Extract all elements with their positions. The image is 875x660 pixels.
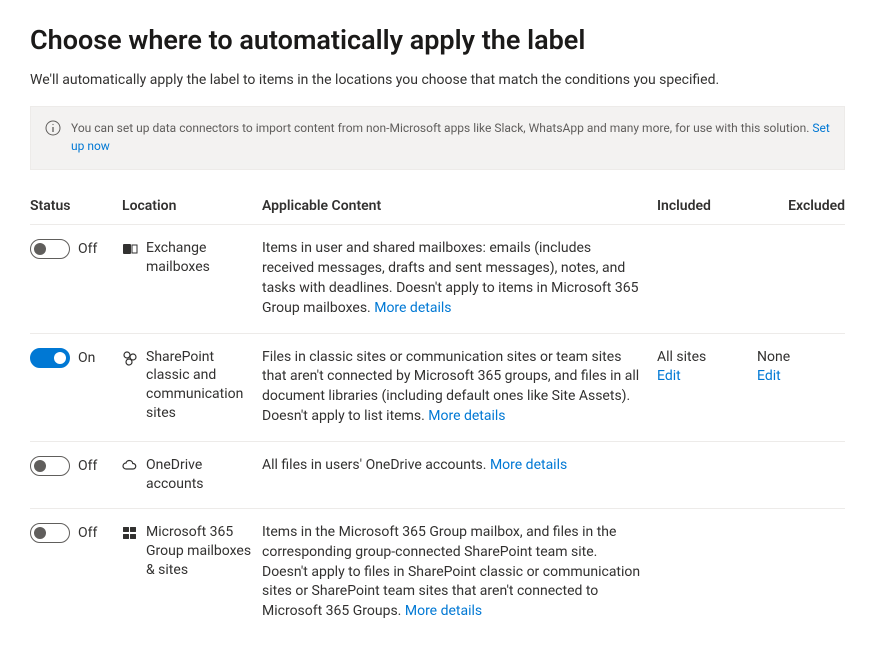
th-included: Included (657, 198, 757, 214)
included-value: All sites (657, 348, 757, 368)
status-cell: Off (30, 239, 122, 259)
info-banner-message: You can set up data connectors to import… (71, 121, 812, 135)
edit-excluded-link[interactable]: Edit (757, 368, 781, 384)
onedrive-icon (122, 458, 138, 474)
toggle-exchange[interactable] (30, 239, 70, 259)
location-name: OneDrive accounts (146, 456, 254, 494)
excluded-value: None (757, 348, 845, 368)
location-cell: Exchange mailboxes (122, 239, 262, 277)
more-details-link[interactable]: More details (428, 408, 505, 424)
location-name: Exchange mailboxes (146, 239, 254, 277)
th-status: Status (30, 198, 122, 214)
toggle-label: Off (78, 241, 97, 257)
th-content: Applicable Content (262, 198, 657, 214)
location-cell: SharePoint classic and communication sit… (122, 348, 262, 424)
table-header: Status Location Applicable Content Inclu… (30, 190, 845, 224)
sharepoint-icon (122, 350, 138, 366)
table-row: On SharePoint classic and communication … (30, 333, 845, 442)
content-cell: Items in the Microsoft 365 Group mailbox… (262, 523, 657, 622)
toggle-label: Off (78, 458, 97, 474)
info-icon (45, 120, 61, 136)
content-cell: Items in user and shared mailboxes: emai… (262, 239, 657, 319)
status-cell: On (30, 348, 122, 368)
exchange-icon (122, 241, 138, 257)
content-cell: Files in classic sites or communication … (262, 348, 657, 428)
info-banner: You can set up data connectors to import… (30, 106, 845, 170)
toggle-onedrive[interactable] (30, 456, 70, 476)
status-cell: Off (30, 523, 122, 543)
toggle-label: On (78, 350, 95, 366)
location-name: SharePoint classic and communication sit… (146, 348, 254, 424)
content-text: All files in users' OneDrive accounts. (262, 457, 490, 473)
m365-groups-icon (122, 525, 138, 541)
content-cell: All files in users' OneDrive accounts. M… (262, 456, 657, 476)
page-title: Choose where to automatically apply the … (30, 24, 845, 56)
more-details-link[interactable]: More details (405, 603, 482, 619)
locations-table: Status Location Applicable Content Inclu… (30, 190, 845, 636)
excluded-cell: None Edit (757, 348, 845, 388)
toggle-m365groups[interactable] (30, 523, 70, 543)
table-row: Off OneDrive accounts All files in users… (30, 441, 845, 508)
toggle-sharepoint[interactable] (30, 348, 70, 368)
location-name: Microsoft 365 Group mailboxes & sites (146, 523, 254, 580)
th-location: Location (122, 198, 262, 214)
more-details-link[interactable]: More details (374, 300, 451, 316)
included-cell: All sites Edit (657, 348, 757, 388)
status-cell: Off (30, 456, 122, 476)
th-excluded: Excluded (757, 198, 845, 214)
location-cell: OneDrive accounts (122, 456, 262, 494)
page-description: We'll automatically apply the label to i… (30, 72, 845, 88)
more-details-link[interactable]: More details (490, 457, 567, 473)
toggle-label: Off (78, 525, 97, 541)
location-cell: Microsoft 365 Group mailboxes & sites (122, 523, 262, 580)
edit-included-link[interactable]: Edit (657, 368, 681, 384)
table-row: Off Microsoft 365 Group mailboxes & site… (30, 508, 845, 636)
info-banner-text: You can set up data connectors to import… (71, 119, 830, 155)
table-row: Off Exchange mailboxes Items in user and… (30, 224, 845, 333)
